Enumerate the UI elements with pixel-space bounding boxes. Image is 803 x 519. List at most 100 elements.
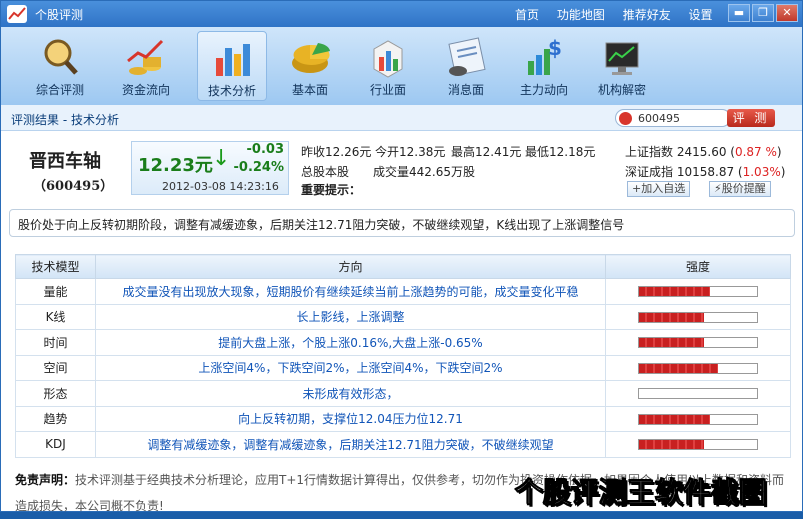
- direction-cell: 上涨空间4%，下跌空间2%，上涨空间4%，下跌空间2%: [95, 354, 606, 381]
- notice-label: 重要提示：: [301, 183, 362, 197]
- index-value: 10158.87: [676, 165, 735, 179]
- technical-model-table: 技术模型 方向 强度 量能 成交量没有出现放大现象，短期股价有继续延续当前上涨趋势…: [15, 254, 791, 458]
- direction-cell: 向上反转初期，支撑位12.04压力位12.71: [95, 405, 606, 432]
- magnifier-icon: [44, 39, 78, 75]
- strength-cell: [605, 303, 791, 330]
- strength-cell: [605, 405, 791, 432]
- window-controls: ▬ ❐ ✕: [728, 4, 798, 22]
- strength-fill: [639, 363, 719, 373]
- monitor-icon: [605, 42, 639, 75]
- tool-label: 资金流向: [121, 83, 170, 97]
- strength-bar: [638, 439, 758, 451]
- tool-label: 机构解密: [597, 83, 646, 97]
- strength-fill: [639, 312, 704, 322]
- tool-comprehensive[interactable]: 综合评测: [25, 31, 95, 101]
- tool-capital-flow[interactable]: 资金流向: [111, 31, 181, 101]
- table-row: 空间 上涨空间4%，下跌空间2%，上涨空间4%，下跌空间2%: [15, 354, 791, 381]
- disclaimer-label: 免责声明：: [15, 473, 76, 487]
- coins-chart-icon: [127, 39, 164, 75]
- watermark: 个股评测王软件截图: [514, 476, 768, 510]
- index-name: 深证成指: [625, 165, 674, 179]
- table-row: 量能 成交量没有出现放大现象，短期股价有继续延续当前上涨趋势的可能，成交量变化平稳: [15, 278, 791, 305]
- close-button[interactable]: ✕: [776, 4, 798, 22]
- table-row: K线 长上影线，上涨调整: [15, 303, 791, 330]
- table-header: 技术模型 方向 强度: [15, 254, 791, 279]
- analysis-summary: 股价处于向上反转初期阶段，调整有减缓迹象，后期关注12.71阻力突破，不破继续观…: [9, 209, 795, 237]
- price-change: -0.03: [246, 142, 284, 157]
- lightning-icon: ⚡: [714, 182, 722, 195]
- table-row: 趋势 向上反转初期，支撑位12.04压力位12.71: [15, 405, 791, 432]
- stock-search-input[interactable]: 600495: [615, 109, 731, 127]
- stock-code: （600495）: [33, 179, 114, 194]
- tool-technical-analysis[interactable]: 技术分析: [197, 31, 267, 101]
- index-shenzhen: 深证成指 10158.87 (1.03%): [625, 165, 786, 179]
- strength-bar: [638, 311, 758, 323]
- table-row: 时间 提前大盘上涨，个股上涨0.16%,大盘上涨-0.65%: [15, 329, 791, 356]
- tool-fundamentals[interactable]: 基本面: [275, 31, 345, 101]
- strength-bar: [638, 362, 758, 374]
- direction-cell: 提前大盘上涨，个股上涨0.16%,大盘上涨-0.65%: [95, 329, 606, 356]
- index-shanghai: 上证指数 2415.60 (0.87 %): [625, 145, 782, 159]
- tool-news[interactable]: 消息面: [431, 31, 501, 101]
- direction-cell: 未形成有效形态，: [95, 380, 606, 407]
- breadcrumb: 评测结果 - 技术分析: [11, 113, 119, 127]
- evaluate-button[interactable]: 评 测: [727, 109, 775, 127]
- plus-icon: +: [632, 182, 642, 195]
- tool-main-force[interactable]: $ 主力动向: [509, 31, 579, 101]
- strength-fill: [639, 338, 704, 348]
- search-icon: [619, 112, 632, 125]
- stock-name: 晋西车轴: [29, 151, 101, 172]
- price-change-percent: -0.24%: [233, 160, 285, 175]
- strength-bar: [638, 413, 758, 425]
- strength-cell: [605, 431, 791, 458]
- nav-recommend-friend[interactable]: 推荐好友: [623, 8, 671, 22]
- tool-label: 综合评测: [35, 83, 84, 97]
- top-nav: 首页 功能地图 推荐好友 设置: [515, 6, 727, 23]
- price-alert-button[interactable]: ⚡股价提醒: [709, 181, 771, 197]
- news-icon: [448, 37, 486, 77]
- model-cell: KDJ: [15, 431, 96, 458]
- window-title: 个股评测: [35, 8, 84, 22]
- svg-text:$: $: [548, 36, 562, 60]
- table-row: KDJ 调整有减缓迹象，调整有减缓迹象，后期关注12.71阻力突破，不破继续观望: [15, 431, 791, 458]
- strength-cell: [605, 278, 791, 305]
- main-toolbar: 综合评测 资金流向 技术分析 基本面 行业面 消息面 $ 主力动向 机构解密: [1, 27, 802, 105]
- search-value: 600495: [638, 112, 680, 125]
- strength-cell: [605, 329, 791, 356]
- header-strength: 强度: [605, 254, 791, 279]
- pie-chart-icon: [292, 43, 330, 73]
- total-shares: 总股本股: [301, 165, 350, 179]
- direction-cell: 长上影线，上涨调整: [95, 303, 606, 330]
- minimize-button[interactable]: ▬: [728, 4, 750, 22]
- nav-function-map[interactable]: 功能地图: [557, 8, 605, 22]
- model-cell: K线: [15, 303, 96, 330]
- strength-bar: [638, 337, 758, 349]
- strength-fill: [639, 440, 704, 450]
- nav-home[interactable]: 首页: [515, 8, 539, 22]
- tool-industry[interactable]: 行业面: [353, 31, 423, 101]
- nav-settings[interactable]: 设置: [689, 8, 713, 22]
- summary-text: 股价处于向上反转初期阶段，调整有减缓迹象，后期关注12.71阻力突破，不破继续观…: [18, 218, 625, 232]
- tool-label: 技术分析: [207, 84, 256, 98]
- title-bar: 个股评测 首页 功能地图 推荐好友 设置 ▬ ❐ ✕: [1, 1, 802, 27]
- header-model: 技术模型: [15, 254, 96, 279]
- header-direction: 方向: [95, 254, 606, 279]
- current-price: 12.23元: [138, 155, 213, 176]
- model-cell: 量能: [15, 278, 96, 305]
- open-price: 今开12.38元: [375, 145, 446, 159]
- volume: 成交量442.65万股: [373, 165, 475, 179]
- model-cell: 空间: [15, 354, 96, 381]
- tool-label: 基本面: [291, 83, 328, 97]
- index-pct: 1.03%: [742, 165, 781, 179]
- maximize-button[interactable]: ❐: [752, 4, 774, 22]
- cube-chart-icon: [373, 40, 403, 78]
- index-name: 上证指数: [625, 145, 674, 159]
- index-value: 2415.60: [676, 145, 727, 159]
- tool-institution[interactable]: 机构解密: [587, 31, 657, 101]
- direction-cell: 调整有减缓迹象，调整有减缓迹象，后期关注12.71阻力突破，不破继续观望: [95, 431, 606, 458]
- strength-bar: [638, 388, 758, 400]
- add-watchlist-button[interactable]: +加入自选: [627, 181, 691, 197]
- model-cell: 趋势: [15, 405, 96, 432]
- model-cell: 形态: [15, 380, 96, 407]
- strength-fill: [639, 414, 710, 424]
